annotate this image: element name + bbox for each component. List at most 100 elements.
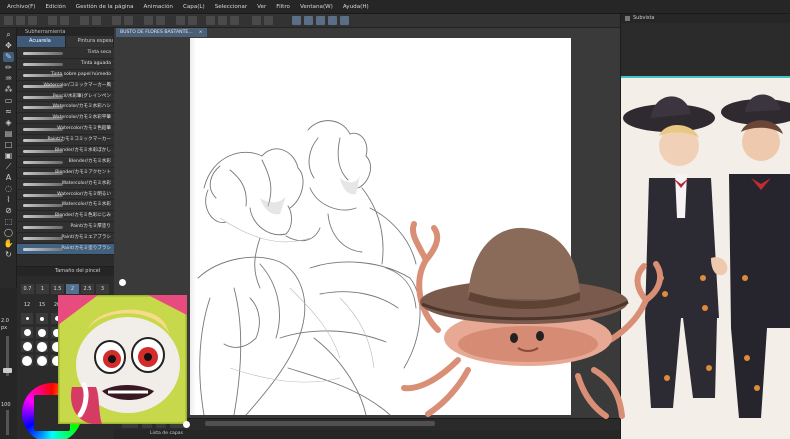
- figure-tool-icon[interactable]: □: [3, 140, 14, 150]
- copy-icon[interactable]: [218, 16, 227, 25]
- stabilization-icon[interactable]: [304, 16, 313, 25]
- ruler-tool-icon[interactable]: ⟋: [3, 162, 14, 172]
- brush-size-preset[interactable]: [21, 313, 33, 324]
- lock-icon[interactable]: [328, 16, 337, 25]
- paste-icon[interactable]: [230, 16, 239, 25]
- brush-size-preset[interactable]: [36, 327, 48, 338]
- close-tab-icon[interactable]: ×: [199, 30, 203, 35]
- snap-icon[interactable]: [316, 16, 325, 25]
- brush-stroke-preview: [23, 226, 63, 230]
- menu-ventana[interactable]: Ventana(W): [295, 4, 338, 10]
- move-tool-icon[interactable]: ✥: [3, 41, 14, 51]
- horizontal-scrollbar[interactable]: [205, 421, 435, 426]
- reaction-image-overlay: [58, 295, 187, 424]
- save-icon[interactable]: [28, 16, 37, 25]
- document-tab[interactable]: BUSTO DE FLORES BASTANTE... ×: [116, 28, 207, 37]
- brush-item[interactable]: Watercolor/カモミ色鉛筆: [17, 124, 114, 136]
- deselect-icon[interactable]: [124, 16, 133, 25]
- layer-mask-icon[interactable]: [264, 16, 273, 25]
- crop-icon[interactable]: [144, 16, 153, 25]
- brush-item-label: Watercolor/カモミ水彩: [61, 202, 111, 208]
- brush-item[interactable]: Watercolor/カモミ水彩平筆: [17, 113, 114, 125]
- brush-dot: [22, 355, 32, 366]
- brush-item[interactable]: Paint/カモミコミックマーカー: [17, 135, 114, 147]
- brush-item[interactable]: Tinta seca: [17, 48, 114, 59]
- tab-acuarela[interactable]: Acuarela: [17, 36, 66, 47]
- lasso-tool-icon[interactable]: ◯: [3, 228, 14, 238]
- opacity-slider[interactable]: [6, 410, 9, 435]
- hand-tool-icon[interactable]: ✋: [3, 239, 14, 249]
- brush-size-option[interactable]: 2.5: [81, 284, 94, 294]
- brush-size-slider-knob[interactable]: [3, 368, 12, 373]
- brush-item[interactable]: Watercolor/コミックマーカー風: [17, 80, 114, 92]
- menu-gestion-pagina[interactable]: Gestión de la página: [71, 4, 139, 10]
- menu-ayuda[interactable]: Ayuda(H): [338, 4, 374, 10]
- frame-tool-icon[interactable]: ▣: [3, 151, 14, 161]
- brush-size-header: Tamaño del pincel: [17, 267, 114, 276]
- brush-item[interactable]: Blender/カモミアクセント: [17, 167, 114, 179]
- brush-item[interactable]: Paint/カモミ厚塗り: [17, 222, 114, 234]
- brush-size-preset[interactable]: [21, 355, 33, 366]
- fill-icon[interactable]: [92, 16, 101, 25]
- eyedropper-tool-icon[interactable]: ⊘: [3, 206, 14, 216]
- menu-animacion[interactable]: Animación: [139, 4, 178, 10]
- eraser-tool-icon[interactable]: ▭: [3, 96, 14, 106]
- menu-ver[interactable]: Ver: [252, 4, 271, 10]
- brush-item[interactable]: Watercolor/カモミ明るい: [17, 189, 114, 201]
- brush-item[interactable]: Tinta sobre papel húmedo: [17, 69, 114, 81]
- airbrush-tool-icon[interactable]: ⁂: [3, 85, 14, 95]
- selection-tool-icon[interactable]: ⬚: [3, 217, 14, 227]
- menu-seleccionar[interactable]: Seleccionar: [210, 4, 252, 10]
- pen-tool-icon[interactable]: ✎: [3, 52, 14, 62]
- brush-size-option[interactable]: 0.7: [21, 284, 34, 294]
- brush-size-option[interactable]: 1.5: [51, 284, 64, 294]
- brush-size-option[interactable]: 1: [36, 284, 49, 294]
- brush-size-option[interactable]: 2: [66, 284, 79, 294]
- menu-capa[interactable]: Capa(L): [178, 4, 210, 10]
- balloon-tool-icon[interactable]: ◌: [3, 184, 14, 194]
- pen-pressure-icon[interactable]: [292, 16, 301, 25]
- menu-edicion[interactable]: Edición: [41, 4, 71, 10]
- menu-filtro[interactable]: Filtro: [271, 4, 295, 10]
- blend-tool-icon[interactable]: ≈: [3, 107, 14, 117]
- brush-size-preset[interactable]: [36, 341, 48, 352]
- brush-size-preset[interactable]: [36, 355, 48, 366]
- brush-size-option[interactable]: 3: [96, 284, 109, 294]
- invert-selection-icon[interactable]: [156, 16, 165, 25]
- clear-icon[interactable]: [80, 16, 89, 25]
- brush-item[interactable]: Watercolor/カモミ水彩ハシ: [17, 102, 114, 114]
- rotate-tool-icon[interactable]: ↻: [3, 250, 14, 260]
- brush-item[interactable]: Pencil/水彩筆(グレインペン: [17, 91, 114, 103]
- correct-line-tool-icon[interactable]: ⌇: [3, 195, 14, 205]
- symmetry-icon[interactable]: [340, 16, 349, 25]
- brush-item[interactable]: Paint/カモミ塗りブラシ: [17, 244, 114, 255]
- tab-pintura-espesa[interactable]: Pintura espesa: [65, 36, 114, 47]
- zoom-tool-icon[interactable]: ⌕: [3, 30, 14, 40]
- settings-icon[interactable]: [206, 16, 215, 25]
- brush-size-preset[interactable]: [21, 341, 33, 352]
- ruler-icon[interactable]: [188, 16, 197, 25]
- new-file-icon[interactable]: [4, 16, 13, 25]
- brush-item[interactable]: Blender/カモミ色彩にじみ: [17, 211, 114, 223]
- brush-item[interactable]: Watercolor/カモミ水彩: [17, 200, 114, 212]
- grid-icon[interactable]: [176, 16, 185, 25]
- open-file-icon[interactable]: [16, 16, 25, 25]
- brush-item[interactable]: Paint/カモミエアブラシ: [17, 233, 114, 245]
- text-tool-icon[interactable]: A: [3, 173, 14, 183]
- brush-size-preset[interactable]: [21, 327, 33, 338]
- pencil-tool-icon[interactable]: ✏: [3, 63, 14, 73]
- redo-icon[interactable]: [60, 16, 69, 25]
- fill-tool-icon[interactable]: ◈: [3, 118, 14, 128]
- brush-item[interactable]: Blender/カモミ水彩ぼかし: [17, 146, 114, 157]
- brush-item[interactable]: Blender/カモミ水彩: [17, 156, 114, 168]
- brush-tool-icon[interactable]: ♒: [3, 74, 14, 84]
- layer-panel-label[interactable]: Lista de capas: [150, 431, 183, 436]
- gradient-tool-icon[interactable]: ▤: [3, 129, 14, 139]
- undo-icon[interactable]: [48, 16, 57, 25]
- menu-archivo[interactable]: Archivo(F): [2, 4, 41, 10]
- layer-icon[interactable]: [252, 16, 261, 25]
- brush-item[interactable]: Watercolor/カモミ水彩: [17, 178, 114, 190]
- brush-size-preset[interactable]: [36, 313, 48, 324]
- transform-icon[interactable]: [112, 16, 121, 25]
- brush-item[interactable]: Tinta aguada: [17, 58, 114, 70]
